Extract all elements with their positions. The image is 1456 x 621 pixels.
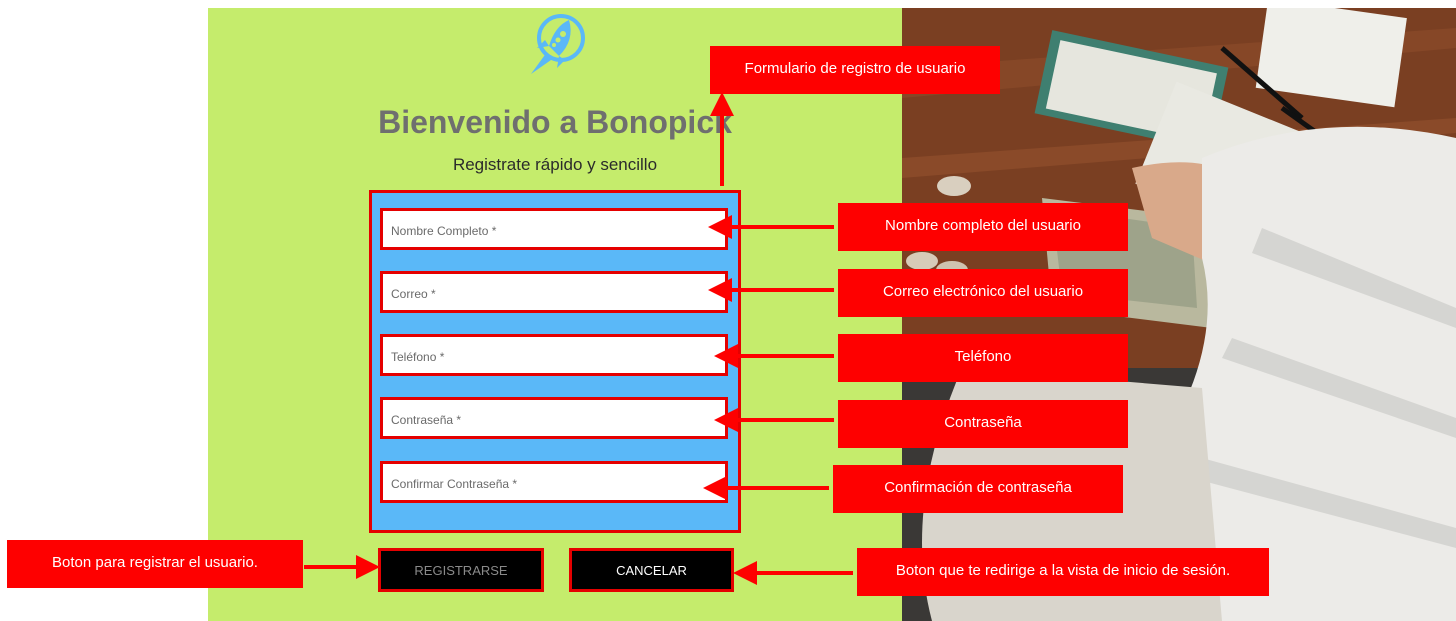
annotation-arrows bbox=[304, 92, 853, 585]
